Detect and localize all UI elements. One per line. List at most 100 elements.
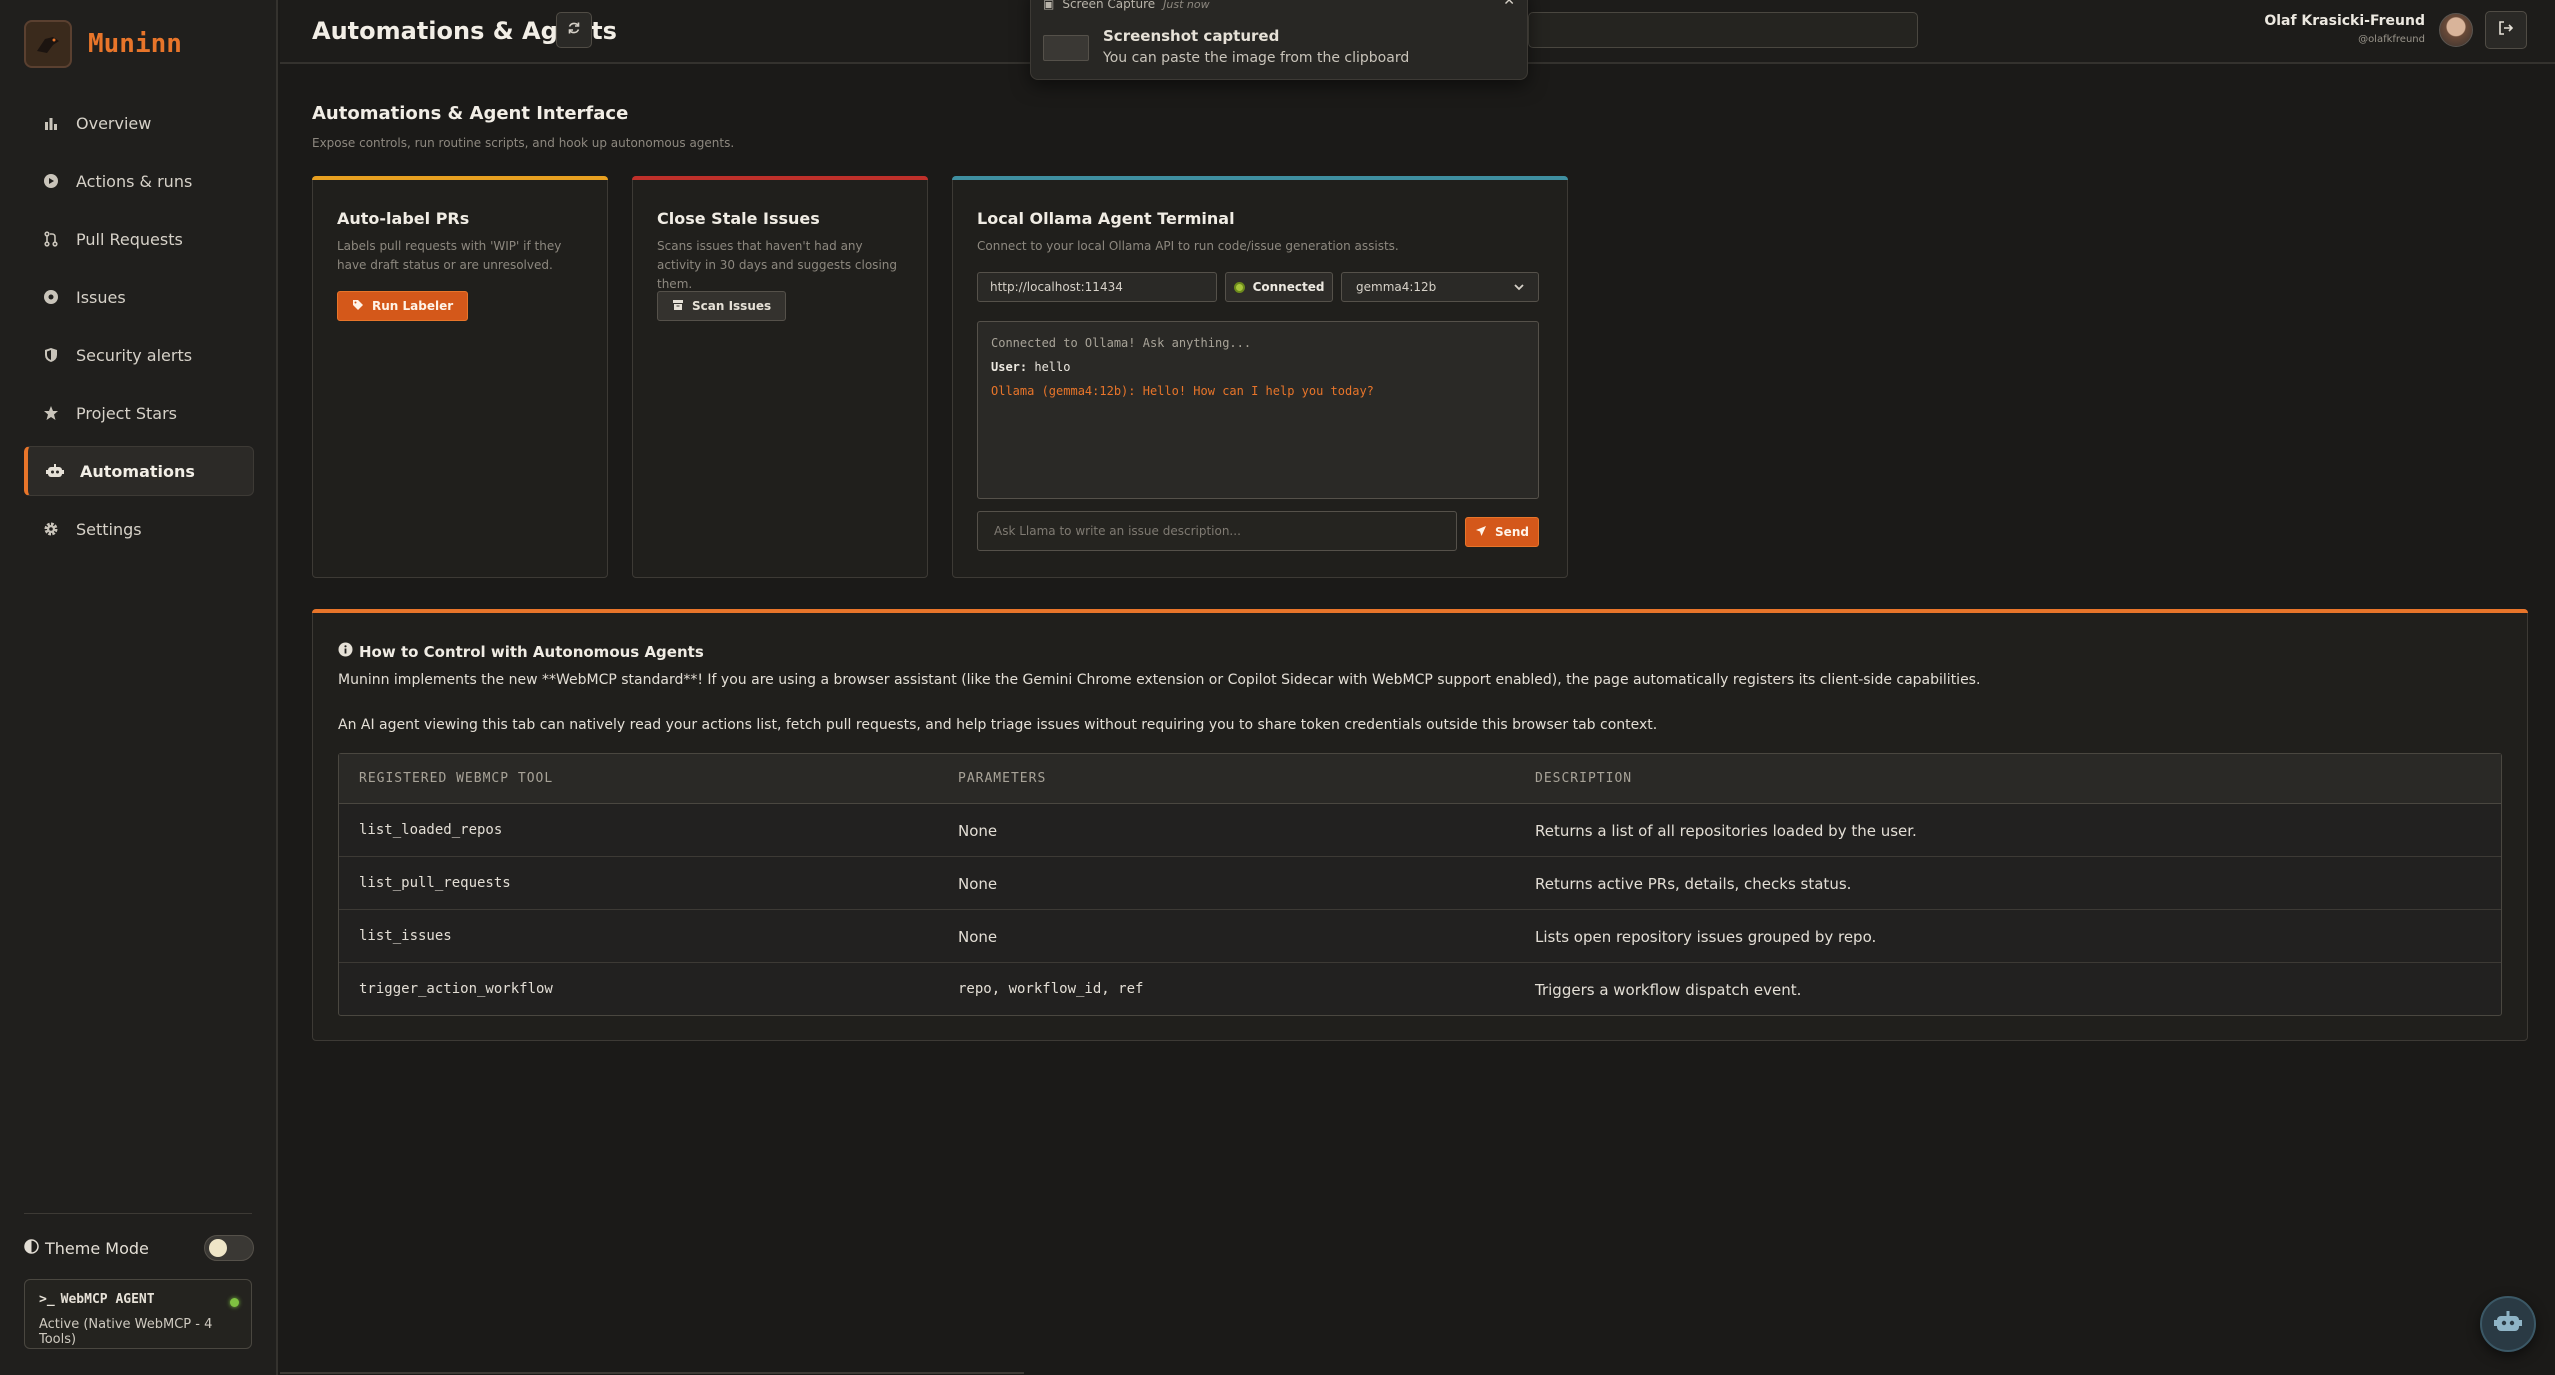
tool-description: Triggers a workflow dispatch event. xyxy=(1535,981,1802,999)
logout-button[interactable] xyxy=(2485,11,2527,49)
toast-title: Screenshot captured xyxy=(1103,27,1280,45)
muninn-logo xyxy=(24,20,72,68)
sidebar-item-label: Issues xyxy=(76,287,126,307)
sidebar-item-label: Automations xyxy=(80,461,195,481)
tool-name: trigger_action_workflow xyxy=(359,981,553,997)
toast-message: You can paste the image from the clipboa… xyxy=(1103,50,1410,66)
tool-params: None xyxy=(958,875,998,893)
table-row: list_pull_requests None Returns active P… xyxy=(339,857,2501,910)
sidebar-item-label: Project Stars xyxy=(76,403,177,423)
sidebar-item-pull-requests[interactable]: Pull Requests xyxy=(24,214,254,264)
column-header: PARAMETERS xyxy=(958,771,1047,786)
webmcp-tools-table: REGISTERED WEBMCP TOOL PARAMETERS DESCRI… xyxy=(338,753,2502,1016)
ollama-terminal-card: Local Ollama Agent Terminal Connect to y… xyxy=(952,176,1568,578)
toast-header: ▣ Screen Capture Just now xyxy=(1043,0,1210,11)
info-title: How to Control with Autonomous Agents xyxy=(338,642,704,661)
scan-issues-button[interactable]: Scan Issues xyxy=(657,291,787,321)
theme-mode-label: Theme Mode xyxy=(24,1239,149,1258)
sign-out-icon xyxy=(2498,21,2514,39)
table-row: trigger_action_workflow repo, workflow_i… xyxy=(339,963,2501,1016)
sidebar-item-project-stars[interactable]: Project Stars xyxy=(24,388,254,438)
table-row: list_issues None Lists open repository i… xyxy=(339,910,2501,963)
screenshot-toast: ▣ Screen Capture Just now ✕ Screenshot c… xyxy=(1030,0,1528,80)
refresh-button[interactable] xyxy=(556,12,592,48)
gear-icon xyxy=(42,520,60,538)
section-subtitle: Expose controls, run routine scripts, an… xyxy=(312,136,735,150)
sidebar-item-issues[interactable]: Issues xyxy=(24,272,254,322)
tool-params: repo, workflow_id, ref xyxy=(958,981,1144,997)
tag-icon xyxy=(352,299,364,314)
toggle-knob xyxy=(209,1239,227,1257)
sidebar-item-security-alerts[interactable]: Security alerts xyxy=(24,330,254,380)
tool-params: None xyxy=(958,928,998,946)
search-input[interactable] xyxy=(1528,12,1918,48)
card-description: Labels pull requests with 'WIP' if they … xyxy=(337,239,562,272)
user-name: Olaf Krasicki-Freund xyxy=(2264,13,2425,29)
card-accent-bar xyxy=(952,176,1568,180)
log-user-line: User: hello xyxy=(991,360,1071,374)
log-ai-line: Ollama (gemma4:12b): Hello! How can I he… xyxy=(991,384,1374,398)
sidebar-item-label: Actions & runs xyxy=(76,171,193,191)
robot-icon xyxy=(46,462,64,480)
webmcp-agent-status: >_ WebMCP AGENT Active (Native WebMCP - … xyxy=(24,1279,252,1349)
card-description: Connect to your local Ollama API to run … xyxy=(977,239,1399,253)
sidebar-item-label: Overview xyxy=(76,113,152,133)
auto-label-card: Auto-label PRs Labels pull requests with… xyxy=(312,176,608,578)
card-accent-bar xyxy=(312,176,608,180)
model-select[interactable]: gemma4:12b xyxy=(1341,272,1539,302)
play-circle-icon xyxy=(42,172,60,190)
theme-toggle[interactable] xyxy=(204,1235,254,1261)
theme-mode-row: Theme Mode xyxy=(24,1233,254,1263)
star-icon xyxy=(42,404,60,422)
agent-status-text: Active (Native WebMCP - 4 Tools) xyxy=(39,1317,213,1347)
sidebar-item-automations[interactable]: Automations xyxy=(24,446,254,496)
half-circle-icon xyxy=(24,1238,39,1258)
column-header: REGISTERED WEBMCP TOOL xyxy=(359,771,554,786)
archive-icon xyxy=(672,299,684,314)
tool-name: list_issues xyxy=(359,928,452,944)
info-icon xyxy=(338,642,353,661)
screenshot-thumbnail xyxy=(1043,35,1089,61)
connection-status-button[interactable]: Connected xyxy=(1225,272,1333,302)
user-handle: @olafkfreund xyxy=(2358,34,2425,45)
info-paragraph: An AI agent viewing this tab can nativel… xyxy=(338,717,1658,733)
toast-app-name: Screen Capture xyxy=(1062,0,1156,11)
send-button[interactable]: Send xyxy=(1465,517,1539,547)
info-paragraph: Muninn implements the new **WebMCP stand… xyxy=(338,672,1981,688)
close-stale-card: Close Stale Issues Scans issues that hav… xyxy=(632,176,928,578)
brand[interactable]: Muninn xyxy=(24,20,182,68)
column-header: DESCRIPTION xyxy=(1535,771,1633,786)
tool-description: Lists open repository issues grouped by … xyxy=(1535,928,1877,946)
bar-chart-icon xyxy=(42,114,60,132)
run-labeler-button[interactable]: Run Labeler xyxy=(337,291,469,321)
agent-chat-fab[interactable] xyxy=(2480,1296,2536,1352)
agent-title: >_ WebMCP AGENT xyxy=(39,1292,155,1307)
sidebar-item-overview[interactable]: Overview xyxy=(24,98,254,148)
shield-icon xyxy=(42,346,60,364)
tool-name: list_pull_requests xyxy=(359,875,511,891)
toast-time: Just now xyxy=(1163,0,1210,11)
log-system-line: Connected to Ollama! Ask anything... xyxy=(991,336,1252,350)
table-header: REGISTERED WEBMCP TOOL PARAMETERS DESCRI… xyxy=(339,754,2501,804)
agents-info-panel: How to Control with Autonomous Agents Mu… xyxy=(312,609,2528,1041)
robot-icon xyxy=(2494,1310,2522,1338)
avatar[interactable] xyxy=(2439,13,2473,47)
tool-description: Returns a list of all repositories loade… xyxy=(1535,822,1917,840)
git-pull-request-icon xyxy=(42,230,60,248)
table-row: list_loaded_repos None Returns a list of… xyxy=(339,804,2501,857)
sidebar-divider xyxy=(24,1213,252,1214)
brand-name: Muninn xyxy=(88,29,182,59)
close-icon[interactable]: ✕ xyxy=(1503,0,1515,9)
scroll-indicator xyxy=(280,1372,1024,1374)
prompt-input[interactable]: Ask Llama to write an issue description.… xyxy=(977,511,1457,551)
sidebar-item-actions[interactable]: Actions & runs xyxy=(24,156,254,206)
agent-status-dot xyxy=(230,1298,239,1307)
sidebar-item-settings[interactable]: Settings xyxy=(24,504,254,554)
send-icon xyxy=(1475,525,1487,540)
refresh-icon xyxy=(567,21,581,39)
card-description: Scans issues that haven't had any activi… xyxy=(657,239,897,291)
section-title: Automations & Agent Interface xyxy=(312,103,629,124)
ollama-url-field[interactable]: http://localhost:11434 xyxy=(977,272,1217,302)
chevron-down-icon xyxy=(1514,280,1524,294)
card-title: Auto-label PRs xyxy=(337,209,470,228)
